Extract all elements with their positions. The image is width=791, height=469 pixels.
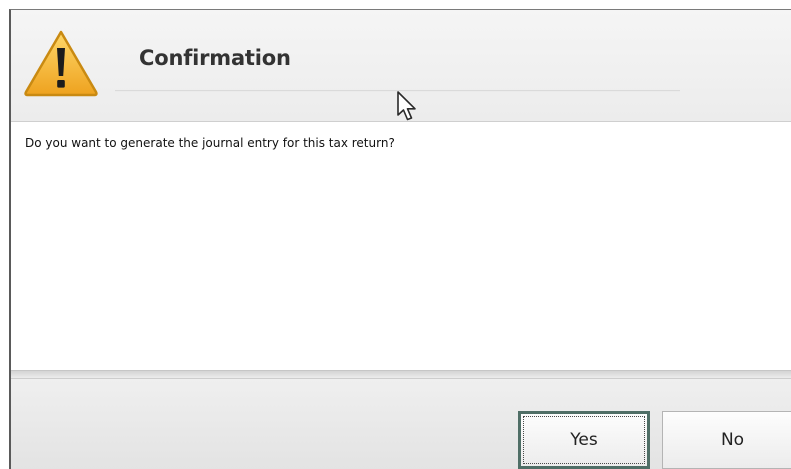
dialog-message: Do you want to generate the journal entr… [25,136,395,150]
dialog-footer: Yes No [11,379,791,469]
footer-divider [11,370,791,379]
no-button[interactable]: No [662,411,791,469]
warning-icon [24,30,98,97]
mouse-pointer-icon [397,91,416,121]
dialog-title: Confirmation [139,46,291,70]
yes-button[interactable]: Yes [518,411,650,469]
dialog-body: Do you want to generate the journal entr… [11,122,791,370]
confirmation-dialog: Confirmation Do you want to generate the… [9,9,791,469]
